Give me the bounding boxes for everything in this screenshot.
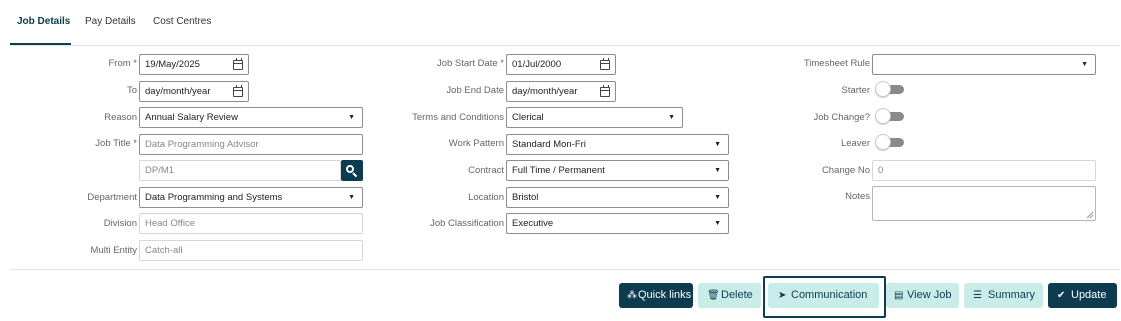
trash-icon: 🗑 bbox=[707, 290, 720, 301]
division-field: Head Office bbox=[139, 213, 363, 234]
multi-entity-field: Catch-all bbox=[139, 240, 363, 261]
from-date-value: 19/May/2025 bbox=[145, 59, 200, 70]
location-select[interactable]: Bristol ▼ bbox=[506, 187, 729, 208]
calendar-icon[interactable] bbox=[233, 58, 243, 70]
tab-bar: Job Details Pay Details Cost Centres bbox=[10, 0, 1120, 46]
timesheet-rule-label: Timesheet Rule bbox=[803, 58, 870, 69]
tab-cost-centres[interactable]: Cost Centres bbox=[153, 16, 211, 27]
terms-value: Clerical bbox=[512, 112, 544, 123]
to-label: To bbox=[126, 85, 137, 96]
terms-label: Terms and Conditions bbox=[412, 112, 504, 123]
department-label: Department bbox=[87, 192, 137, 203]
job-change-label: Job Change? bbox=[813, 112, 870, 123]
calendar-icon[interactable] bbox=[233, 85, 243, 97]
job-start-date-input[interactable]: 01/Jul/2000 bbox=[506, 54, 616, 75]
chevron-down-icon: ▼ bbox=[348, 114, 355, 121]
contract-label: Contract bbox=[468, 165, 504, 176]
division-label: Division bbox=[103, 218, 137, 229]
chevron-down-icon: ▼ bbox=[714, 194, 721, 201]
job-end-date-label: Job End Date bbox=[446, 85, 504, 96]
location-label: Location bbox=[468, 192, 504, 203]
starter-label: Starter bbox=[841, 85, 870, 96]
job-title-placeholder: Data Programming Advisor bbox=[145, 139, 259, 150]
quick-links-button[interactable]: ⁂ Quick links bbox=[619, 283, 693, 308]
to-date-value: day/month/year bbox=[145, 86, 211, 97]
from-date-input[interactable]: 19/May/2025 bbox=[139, 54, 249, 75]
change-no-value: 0 bbox=[878, 165, 884, 176]
quick-links-icon: ⁂ bbox=[627, 290, 637, 301]
change-no-field: 0 bbox=[872, 160, 1096, 181]
view-job-button[interactable]: ▤ View Job bbox=[886, 283, 959, 308]
starter-toggle[interactable] bbox=[875, 81, 904, 97]
check-icon: ✔ bbox=[1057, 290, 1066, 301]
terms-select[interactable]: Clerical ▼ bbox=[506, 107, 683, 128]
chevron-down-icon: ▼ bbox=[714, 141, 721, 148]
list-icon: ☰ bbox=[973, 290, 982, 301]
communication-button[interactable]: ➤ Communication bbox=[768, 283, 879, 308]
chevron-down-icon: ▼ bbox=[668, 114, 675, 121]
active-tab-indicator bbox=[10, 43, 71, 45]
contract-select[interactable]: Full Time / Permanent ▼ bbox=[506, 160, 729, 181]
tab-job-details[interactable]: Job Details bbox=[17, 16, 70, 27]
location-value: Bristol bbox=[512, 192, 539, 203]
job-start-date-value: 01/Jul/2000 bbox=[512, 59, 562, 70]
job-title-input[interactable]: Data Programming Advisor bbox=[139, 134, 363, 155]
resize-handle-icon[interactable] bbox=[1087, 212, 1093, 218]
from-label: From * bbox=[108, 58, 138, 69]
timesheet-rule-select[interactable]: ▼ bbox=[872, 54, 1096, 75]
job-title-label: Job Title * bbox=[95, 138, 137, 149]
leaver-toggle[interactable] bbox=[875, 134, 904, 150]
chevron-down-icon: ▼ bbox=[348, 194, 355, 201]
reason-select[interactable]: Annual Salary Review ▼ bbox=[139, 107, 363, 128]
chevron-down-icon: ▼ bbox=[1081, 61, 1088, 68]
calendar-icon[interactable] bbox=[600, 58, 610, 70]
to-date-input[interactable]: day/month/year bbox=[139, 81, 249, 102]
reason-label: Reason bbox=[104, 112, 137, 123]
chevron-down-icon: ▼ bbox=[714, 220, 721, 227]
contract-value: Full Time / Permanent bbox=[512, 165, 605, 176]
division-value: Head Office bbox=[145, 218, 195, 229]
job-classification-value: Executive bbox=[512, 218, 554, 229]
briefcase-icon: ▤ bbox=[894, 290, 904, 301]
calendar-icon[interactable] bbox=[600, 85, 610, 97]
delete-button[interactable]: 🗑 Delete bbox=[698, 283, 761, 308]
job-code-input[interactable]: DP/M1 bbox=[139, 160, 341, 181]
department-value: Data Programming and Systems bbox=[145, 192, 283, 203]
job-search-button[interactable] bbox=[341, 160, 363, 181]
reason-value: Annual Salary Review bbox=[145, 112, 238, 123]
update-button[interactable]: ✔ Update bbox=[1048, 283, 1117, 308]
job-change-toggle[interactable] bbox=[875, 108, 904, 124]
change-no-label: Change No bbox=[821, 165, 870, 176]
work-pattern-value: Standard Mon-Fri bbox=[512, 139, 586, 150]
multi-entity-value: Catch-all bbox=[145, 245, 183, 256]
footer-divider bbox=[10, 269, 1120, 270]
job-end-date-input[interactable]: day/month/year bbox=[506, 81, 616, 102]
leaver-label: Leaver bbox=[840, 138, 870, 149]
work-pattern-select[interactable]: Standard Mon-Fri ▼ bbox=[506, 134, 729, 155]
send-icon: ➤ bbox=[778, 290, 787, 301]
job-classification-select[interactable]: Executive ▼ bbox=[506, 213, 729, 234]
job-start-date-label: Job Start Date * bbox=[436, 58, 504, 69]
chevron-down-icon: ▼ bbox=[714, 167, 721, 174]
job-classification-label: Job Classification bbox=[430, 218, 504, 229]
job-code-placeholder: DP/M1 bbox=[145, 165, 175, 176]
tab-pay-details[interactable]: Pay Details bbox=[85, 16, 136, 27]
summary-button[interactable]: ☰ Summary bbox=[964, 283, 1043, 308]
multi-entity-label: Multi Entity bbox=[90, 245, 137, 256]
work-pattern-label: Work Pattern bbox=[448, 138, 504, 149]
job-end-date-value: day/month/year bbox=[512, 86, 578, 97]
notes-label: Notes bbox=[845, 191, 870, 202]
notes-textarea[interactable] bbox=[872, 186, 1096, 221]
department-select[interactable]: Data Programming and Systems ▼ bbox=[139, 187, 363, 208]
